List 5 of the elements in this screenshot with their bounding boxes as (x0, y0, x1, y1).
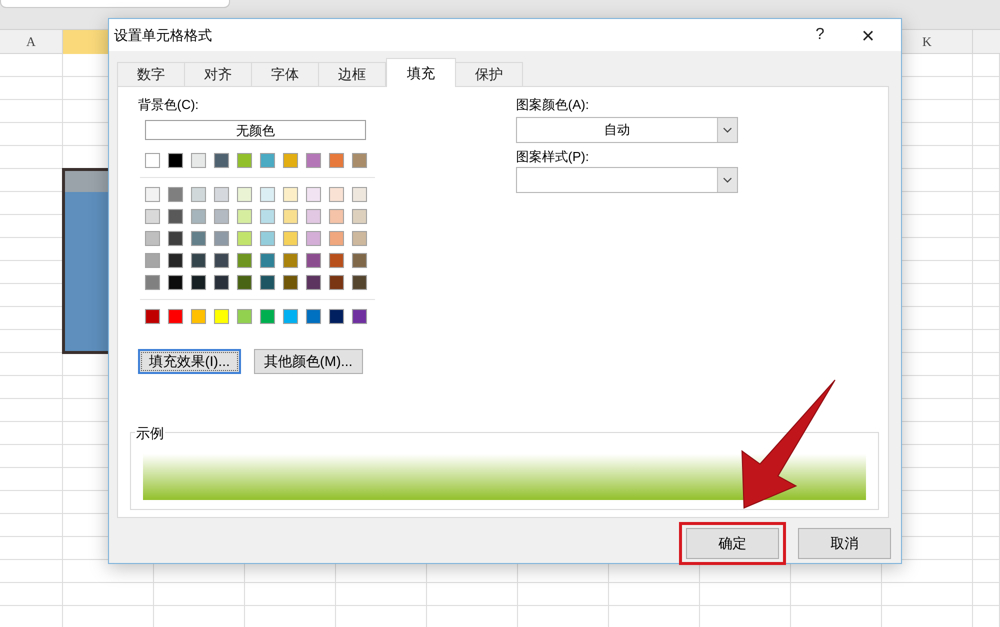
pattern-style-label: 图案样式(P): (516, 148, 590, 166)
dropdown-value: 自动 (603, 120, 631, 138)
window-title: 设置单元格格式 (114, 26, 212, 44)
pattern-color-label: 图案颜色(A): (516, 96, 590, 114)
background-color-label: 背景色(C): (138, 96, 200, 114)
